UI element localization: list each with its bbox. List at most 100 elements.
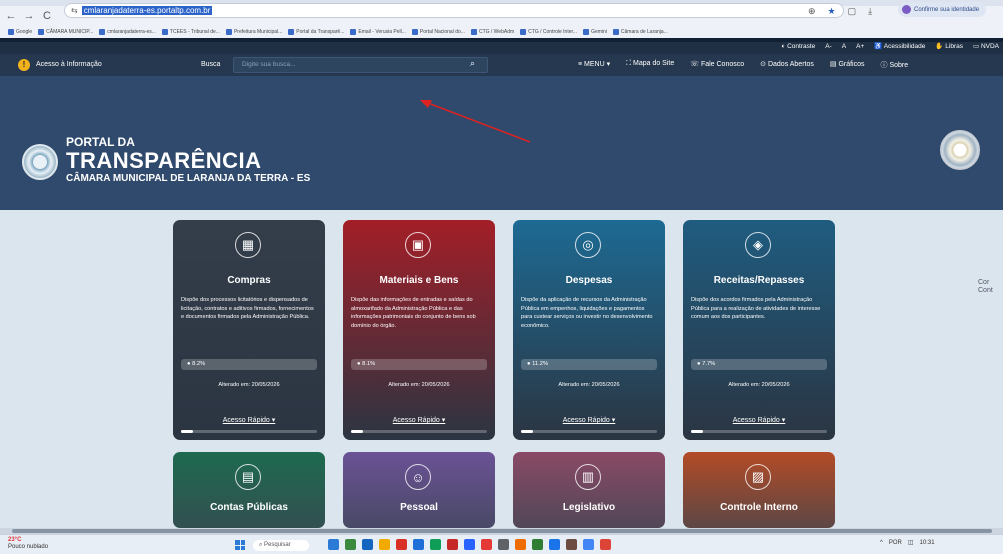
category-card[interactable]: ▨ Controle Interno xyxy=(683,452,835,528)
bookmark-item[interactable]: Gemini xyxy=(583,29,607,35)
altered-date: Alterado em: 20/05/2026 xyxy=(388,382,450,388)
about-link[interactable]: ⓘ Sobre xyxy=(881,60,909,70)
taskbar-app-icon[interactable] xyxy=(379,539,390,550)
altered-date: Alterado em: 20/05/2026 xyxy=(558,382,620,388)
info-icon: ! xyxy=(18,59,30,71)
font-default-button[interactable]: A xyxy=(842,43,846,50)
money-icon: ◈ xyxy=(745,232,771,258)
bookmark-item[interactable]: Câmara de Laranja... xyxy=(612,29,668,35)
taskbar-app-icon[interactable] xyxy=(481,539,492,550)
bookmark-item[interactable]: CTG / WebAdm xyxy=(470,29,514,35)
category-card[interactable]: ▥ Legislativo xyxy=(513,452,665,528)
bookmark-item[interactable]: Prefeitura Municipal... xyxy=(225,29,282,35)
language-indicator[interactable]: POR xyxy=(889,540,902,546)
profile-button[interactable]: Confirme sua identidade xyxy=(898,2,986,17)
card-description: Dispõe dos processos licitatórios e disp… xyxy=(181,297,314,321)
reload-icon[interactable]: C xyxy=(40,10,54,22)
quick-access-link[interactable]: Acesso Rápido ▾ xyxy=(173,416,325,424)
bookmark-item[interactable]: Portal Nacional do... xyxy=(411,29,465,35)
taskbar-app-icon[interactable] xyxy=(600,539,611,550)
category-card[interactable]: ◎ Despesas Dispõe da aplicação de recursos… xyxy=(513,220,665,440)
tray-chevron-icon[interactable]: ^ xyxy=(880,540,883,546)
taskbar-app-icon[interactable] xyxy=(498,539,509,550)
ledger-icon: ▤ xyxy=(235,464,261,490)
menu-button[interactable]: ≡ MENU ▾ xyxy=(578,60,610,70)
open-data-link[interactable]: ⊙ Dados Abertos xyxy=(760,60,814,70)
site-map-link[interactable]: ⛶ Mapa do Site xyxy=(626,60,674,70)
bookmark-item[interactable]: TCEES - Tribunal de... xyxy=(161,29,220,35)
bookmark-item[interactable]: Email - Verusia Pell... xyxy=(350,29,406,35)
portal-logo[interactable] xyxy=(22,144,58,180)
network-icon[interactable]: ◫ xyxy=(908,539,914,546)
bookmark-favicon-icon xyxy=(225,29,232,35)
bookmark-item[interactable]: Portal da Transparê... xyxy=(288,29,344,35)
search-label: Busca xyxy=(201,61,221,68)
card-title: Receitas/Repasses xyxy=(713,275,805,286)
box-icon: ▣ xyxy=(405,232,431,258)
card-description: Dispõe da aplicação de recursos da Admin… xyxy=(521,297,653,329)
font-increase-button[interactable]: A+ xyxy=(856,43,864,50)
taskbar-app-icon[interactable] xyxy=(328,539,339,550)
taskbar-apps xyxy=(328,539,611,550)
forward-icon[interactable]: → xyxy=(22,10,36,22)
taskbar-app-icon[interactable] xyxy=(549,539,560,550)
address-bar[interactable]: ⇆ cmlaranjadaterra-es.portaltp.com.br xyxy=(64,3,844,18)
browser-actions: ⊕ ★ ▢ ⤓ xyxy=(808,6,872,17)
bookmark-favicon-icon xyxy=(583,29,590,35)
font-decrease-button[interactable]: A- xyxy=(825,43,832,50)
municipal-seal xyxy=(940,130,980,170)
card-title: Legislativo xyxy=(562,502,616,513)
taskbar-app-icon[interactable] xyxy=(396,539,407,550)
bookmark-item[interactable]: Google xyxy=(8,29,32,35)
bookmark-item[interactable]: CTG / Controle Inter... xyxy=(520,29,577,35)
bookmark-favicon-icon xyxy=(38,29,45,35)
bookmark-favicon-icon xyxy=(288,29,295,35)
quick-access-link[interactable]: Acesso Rápido ▾ xyxy=(343,416,495,424)
start-icon[interactable] xyxy=(235,540,245,550)
chart-icon: ▨ xyxy=(745,464,771,490)
card-scroll-indicator xyxy=(351,430,487,433)
taskbar-app-icon[interactable] xyxy=(583,539,594,550)
libras-link[interactable]: ✋ Libras xyxy=(935,42,963,50)
cart-icon: ▦ xyxy=(235,232,261,258)
acesso-informacao-link[interactable]: Acesso à Informação xyxy=(36,61,102,68)
weather-widget[interactable]: 23°C Pouco nublado xyxy=(8,537,48,551)
taskbar-app-icon[interactable] xyxy=(413,539,424,550)
quick-access-link[interactable]: Acesso Rápido ▾ xyxy=(683,416,835,424)
charts-link[interactable]: ▤ Gráficos xyxy=(830,60,865,70)
institution-name: CÂMARA MUNICIPAL DE LARANJA DA TERRA - E… xyxy=(66,173,311,184)
category-card[interactable]: ☺ Pessoal xyxy=(343,452,495,528)
quick-access-link[interactable]: Acesso Rápido ▾ xyxy=(513,416,665,424)
site-info-icon[interactable]: ⇆ xyxy=(71,6,78,15)
bookmark-item[interactable]: cmlaranjadaterra-es... xyxy=(99,29,156,35)
category-card[interactable]: ▤ Contas Públicas xyxy=(173,452,325,528)
download-icon[interactable]: ⤓ xyxy=(868,6,872,17)
taskbar-app-icon[interactable] xyxy=(566,539,577,550)
taskbar-app-icon[interactable] xyxy=(515,539,526,550)
taskbar-app-icon[interactable] xyxy=(532,539,543,550)
bookmark-favicon-icon xyxy=(161,29,168,35)
bookmark-item[interactable]: CÂMARA MUNICIP... xyxy=(38,29,93,35)
category-card[interactable]: ◈ Receitas/Repasses Dispõe dos acordos fir… xyxy=(683,220,835,440)
contrast-button[interactable]: ◐ Contraste xyxy=(781,43,815,50)
category-card[interactable]: ▣ Materiais e Bens Dispõe das informações … xyxy=(343,220,495,440)
extensions-icon[interactable]: ▢ xyxy=(848,6,857,17)
search-input[interactable]: Digite sua busca... xyxy=(233,57,488,73)
taskbar-app-icon[interactable] xyxy=(464,539,475,550)
taskbar-app-icon[interactable] xyxy=(362,539,373,550)
altered-date: Alterado em: 20/05/2026 xyxy=(728,382,790,388)
bookmark-star-icon[interactable]: ★ xyxy=(828,6,836,17)
category-card[interactable]: ▦ Compras Dispõe dos processos licitatório… xyxy=(173,220,325,440)
contact-link[interactable]: ☏ Fale Conosco xyxy=(690,60,744,70)
accessibility-link[interactable]: ♿ Acessibilidade xyxy=(874,42,925,50)
taskbar-search[interactable]: ⌕ Pesquisar xyxy=(253,540,309,551)
clock[interactable]: 10:31 xyxy=(920,540,935,546)
back-icon[interactable]: ← xyxy=(4,10,18,22)
zoom-icon[interactable]: ⊕ xyxy=(808,6,816,17)
taskbar-app-icon[interactable] xyxy=(447,539,458,550)
search-icon[interactable]: ⌕ xyxy=(470,58,475,69)
portal-title-small: PORTAL DA xyxy=(66,135,135,149)
taskbar-app-icon[interactable] xyxy=(345,539,356,550)
nvda-link[interactable]: ▭ NVDA xyxy=(973,42,999,50)
taskbar-app-icon[interactable] xyxy=(430,539,441,550)
